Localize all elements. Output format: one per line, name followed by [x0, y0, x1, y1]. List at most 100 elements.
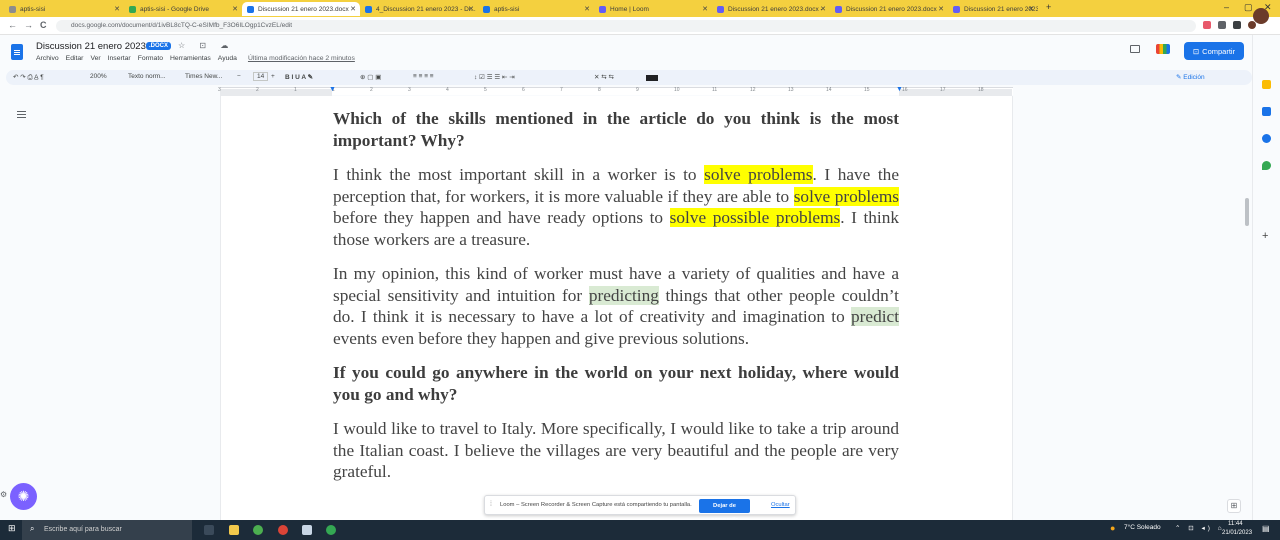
- tasks-icon[interactable]: [1262, 107, 1271, 116]
- text-format-icons[interactable]: B I U A ✎: [285, 73, 313, 81]
- meet-app-icon[interactable]: [326, 525, 336, 535]
- menu-item-insertar[interactable]: Insertar: [108, 55, 131, 62]
- minimize-icon[interactable]: –: [1224, 2, 1229, 12]
- close-tab-icon[interactable]: ✕: [114, 5, 120, 13]
- windows-start-icon[interactable]: ⊞: [8, 523, 16, 534]
- chrome-icon[interactable]: [253, 525, 263, 535]
- menu-item-formato[interactable]: Formato: [138, 55, 163, 62]
- highlighted-text: solve possible problems: [669, 208, 841, 227]
- system-tray-icons[interactable]: ⌃ ⊡ ◂) ⌂: [1175, 524, 1225, 532]
- avatar[interactable]: [1253, 8, 1269, 24]
- app-icon[interactable]: [302, 525, 312, 535]
- maps-icon[interactable]: [1262, 161, 1271, 170]
- style-select[interactable]: Texto norm...: [128, 73, 166, 80]
- browser-tab[interactable]: aptis-sisi - Google Drive ✕: [124, 2, 242, 16]
- close-tab-icon[interactable]: ✕: [350, 5, 356, 13]
- document-outline-icon[interactable]: [17, 111, 26, 118]
- browser-tab[interactable]: aptis-sisi ✕: [4, 2, 124, 16]
- notifications-icon[interactable]: ▤: [1262, 524, 1270, 533]
- tab-title: Home | Loom: [610, 5, 649, 13]
- border-color-icon[interactable]: [646, 75, 658, 81]
- menu-item-herramientas[interactable]: Herramientas: [170, 55, 211, 62]
- reload-icon[interactable]: C: [40, 20, 47, 30]
- url-input[interactable]: docs.google.com/document/d/1ivBL8cTQ-C-e…: [56, 20, 1196, 32]
- new-tab-button[interactable]: +: [1046, 2, 1051, 12]
- back-icon[interactable]: ←: [8, 20, 17, 30]
- close-tab-icon[interactable]: ✕: [584, 5, 590, 13]
- clock-date[interactable]: 21/01/2023: [1222, 530, 1252, 536]
- contacts-icon[interactable]: [1262, 134, 1271, 143]
- browser-tab[interactable]: aptis-sisi ✕: [478, 2, 594, 16]
- sidebar-icon[interactable]: [1233, 21, 1241, 29]
- right-indent-marker-icon[interactable]: ▼: [896, 86, 903, 93]
- menu-item-ver[interactable]: Ver: [90, 55, 100, 62]
- meet-icon[interactable]: [1156, 44, 1170, 54]
- indent-marker-icon[interactable]: ▼: [329, 86, 336, 93]
- file-explorer-icon[interactable]: [229, 525, 239, 535]
- keep-icon[interactable]: [1262, 80, 1271, 89]
- lock-icon: ⊡: [1192, 46, 1200, 56]
- vertical-ruler: [0, 96, 8, 520]
- close-tab-icon[interactable]: ✕: [938, 5, 944, 13]
- tab-title: Discussion 21 enero 2023.docx: [846, 5, 937, 13]
- menu-item-ayuda[interactable]: Ayuda: [218, 55, 237, 62]
- list-indent-icons[interactable]: ↕ ☑ ☰ ☰ ⇤ ⇥: [474, 73, 515, 81]
- weather-text[interactable]: 7°C Soleado: [1124, 524, 1161, 531]
- browser-tab[interactable]: Discussion 21 enero 2023.docx ✕: [830, 2, 948, 16]
- add-addon-icon[interactable]: +: [1262, 230, 1271, 242]
- tab-favicon-icon: [717, 5, 724, 13]
- task-view-icon[interactable]: [204, 525, 214, 535]
- puzzle-icon[interactable]: [1218, 21, 1226, 29]
- assistant-fab-icon[interactable]: ✺: [10, 483, 37, 510]
- document-title[interactable]: Discussion 21 enero 2023: [36, 41, 146, 52]
- tab-favicon-icon: [483, 5, 490, 13]
- last-modified-link[interactable]: Última modificación hace 2 minutos: [248, 55, 355, 62]
- font-select[interactable]: Times New...: [185, 73, 222, 80]
- tab-favicon-icon: [599, 5, 606, 13]
- font-size-input[interactable]: 14: [253, 72, 269, 81]
- menu-item-archivo[interactable]: Archivo: [36, 55, 59, 62]
- highlighted-text: solve problems: [793, 186, 900, 206]
- editing-mode-select[interactable]: ✎ Edición: [1169, 71, 1239, 84]
- close-tab-icon[interactable]: ✕: [702, 5, 708, 13]
- chrome-profile-icon[interactable]: [278, 525, 288, 535]
- tab-favicon-icon: [953, 5, 960, 13]
- vertical-scrollbar[interactable]: [1245, 198, 1249, 226]
- gear-icon[interactable]: ⚙: [0, 490, 7, 499]
- close-tab-icon[interactable]: ✕: [1028, 5, 1034, 13]
- document-body[interactable]: Which of the skills mentioned in the art…: [333, 108, 900, 496]
- font-size-increase-button[interactable]: +: [271, 73, 275, 80]
- stop-sharing-button[interactable]: Dejar de compartir: [699, 499, 750, 523]
- docs-logo-icon[interactable]: [11, 44, 23, 60]
- menu-item-editar[interactable]: Editar: [66, 55, 84, 62]
- comment-icon[interactable]: [1130, 45, 1140, 53]
- close-tab-icon[interactable]: ✕: [820, 5, 826, 13]
- star-move-cloud-icons[interactable]: ☆ ⊡ ☁: [178, 41, 234, 50]
- formatting-toolbar: ↶ ↷ ⎙ A̲ ¶ 200% Texto norm... Times New.…: [6, 70, 1252, 85]
- close-tab-icon[interactable]: ✕: [232, 5, 238, 13]
- browser-tab[interactable]: Home | Loom ✕: [594, 2, 712, 16]
- browser-tab[interactable]: Discussion 21 enero 2023.docx ✕: [242, 2, 360, 16]
- hide-link[interactable]: Ocultar: [771, 502, 790, 508]
- extension-icon[interactable]: [1203, 21, 1211, 29]
- clear-format-icons[interactable]: ✕ ⇆ ⇆: [594, 73, 614, 81]
- browser-tab[interactable]: Discussion 21 enero 2023.d ✕: [948, 2, 1038, 16]
- zoom-select[interactable]: 200%: [90, 73, 107, 80]
- align-icons[interactable]: ≡ ≡ ≡ ≡: [413, 73, 434, 80]
- profile-icon[interactable]: [1248, 21, 1256, 29]
- ruler-mark: 14: [826, 87, 832, 93]
- undo-redo-print-icons[interactable]: ↶ ↷ ⎙ A̲ ¶: [13, 73, 44, 82]
- clock-time[interactable]: 11:44: [1228, 521, 1243, 527]
- drag-handle-icon[interactable]: ⁞: [490, 501, 492, 508]
- forward-icon[interactable]: →: [24, 20, 33, 30]
- browser-tab[interactable]: 4_Discussion 21 enero 2023 - Di... ✕: [360, 2, 478, 16]
- browser-tab[interactable]: Discussion 21 enero 2023.docx - ✕: [712, 2, 830, 16]
- font-size-decrease-button[interactable]: −: [237, 73, 241, 80]
- taskbar-search-input[interactable]: Escribe aquí para buscar: [22, 520, 192, 540]
- insert-icons[interactable]: ⊕ ▢ ▣: [360, 73, 381, 81]
- browser-tab-bar: aptis-sisi ✕ aptis-sisi - Google Drive ✕ Dis…: [0, 0, 1280, 17]
- maximize-icon[interactable]: ▢: [1244, 2, 1253, 13]
- explore-icon[interactable]: ⊞: [1227, 499, 1241, 513]
- close-tab-icon[interactable]: ✕: [468, 5, 474, 13]
- share-button[interactable]: ⊡ Compartir: [1184, 42, 1244, 60]
